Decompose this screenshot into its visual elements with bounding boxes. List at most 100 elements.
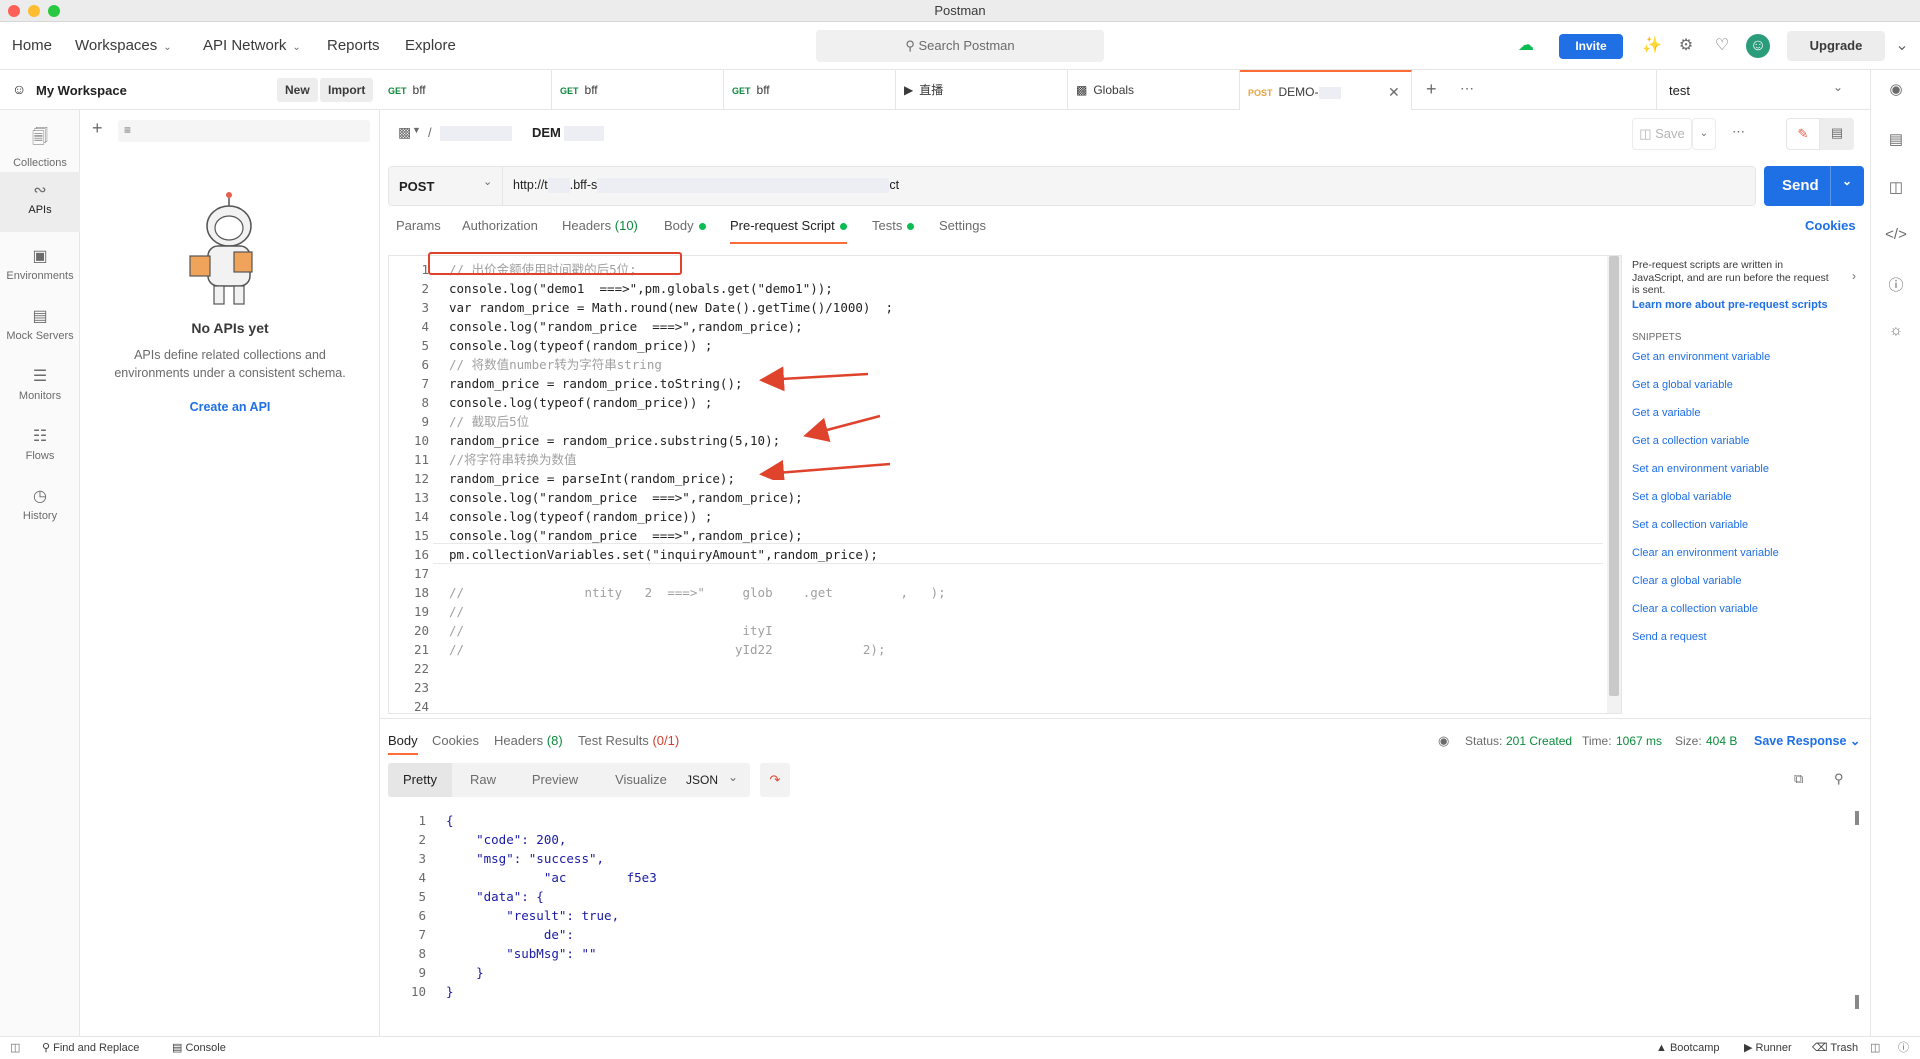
upgrade-button[interactable]: Upgrade: [1787, 31, 1885, 61]
view-pretty[interactable]: Pretty: [388, 763, 452, 797]
learn-more-link[interactable]: Learn more about pre-request scripts: [1632, 299, 1828, 311]
code-line[interactable]: 19 //: [389, 602, 1609, 621]
code-line[interactable]: 11 //将字符串转换为数值: [389, 450, 1609, 469]
find-replace-button[interactable]: ⚲ Find and Replace: [42, 1037, 139, 1059]
toggle-sidebar-icon[interactable]: ◫: [10, 1037, 20, 1059]
rail-item-monitors[interactable]: ☰ Monitors: [0, 358, 80, 418]
tab-flow[interactable]: ▶ 直播: [896, 70, 1068, 110]
pre-request-script-editor[interactable]: 1// 出价金额使用时间戳的后5位; 2 console.log("demo1 ==…: [388, 255, 1622, 714]
nav-api-network[interactable]: API Network ⌄: [203, 22, 301, 70]
create-api-link[interactable]: Create an API: [80, 400, 380, 414]
eye-icon[interactable]: ◉: [1871, 80, 1920, 98]
response-tab-cookies[interactable]: Cookies: [432, 733, 479, 748]
tab-body[interactable]: Body: [664, 218, 706, 244]
comments-icon[interactable]: ◫: [1871, 178, 1920, 196]
view-preview[interactable]: Preview: [514, 763, 596, 797]
satellite-icon[interactable]: ✨: [1640, 34, 1664, 58]
more-actions-icon[interactable]: ⋯: [1732, 124, 1745, 140]
bootcamp-button[interactable]: ▲ Bootcamp: [1656, 1037, 1719, 1059]
layout-icon[interactable]: ◫: [1870, 1037, 1880, 1059]
rail-item-collections[interactable]: 🗐 Collections: [0, 118, 80, 178]
edit-pencil-icon[interactable]: ✎: [1786, 118, 1820, 150]
url-input[interactable]: http://t .bff-s ct: [513, 178, 899, 194]
code-line[interactable]: 18 // ntity 2 ===>" glob .get , );: [389, 583, 1609, 602]
response-tab-test-results[interactable]: Test Results (0/1): [578, 733, 679, 748]
nav-home[interactable]: Home: [12, 22, 52, 70]
snippet-item[interactable]: Send a request: [1632, 631, 1707, 643]
code-line[interactable]: 9 // 截取后5位: [389, 412, 1609, 431]
code-line[interactable]: 13 console.log("random_price ===>",random…: [389, 488, 1609, 507]
runner-button[interactable]: ▶ Runner: [1744, 1037, 1792, 1059]
search-bar[interactable]: ⚲ Search Postman: [816, 30, 1104, 62]
snippet-item[interactable]: Clear a collection variable: [1632, 603, 1758, 615]
info-icon[interactable]: ⓘ: [1871, 274, 1920, 295]
caret-down-icon[interactable]: ▼: [412, 125, 421, 135]
code-line[interactable]: 12 random_price = parseInt(random_price);: [389, 469, 1609, 488]
add-tab-icon[interactable]: +: [1426, 79, 1437, 100]
tab-headers[interactable]: Headers (10): [562, 218, 638, 244]
code-line[interactable]: 24: [389, 697, 1609, 716]
snippet-item[interactable]: Set a global variable: [1632, 491, 1732, 503]
code-line[interactable]: 2 console.log("demo1 ===>",pm.globals.get…: [389, 279, 1609, 298]
code-icon[interactable]: </>: [1871, 226, 1920, 243]
chevron-down-icon[interactable]: ⌄: [1890, 34, 1914, 58]
documentation-icon[interactable]: ▤: [1871, 130, 1920, 148]
more-tabs-icon[interactable]: ⋯: [1460, 80, 1474, 97]
close-tab-icon[interactable]: ✕: [1388, 72, 1400, 112]
import-button[interactable]: Import: [320, 78, 374, 102]
tab-request[interactable]: GET bff: [380, 70, 552, 110]
snippet-item[interactable]: Get a global variable: [1632, 379, 1733, 391]
tab-tests[interactable]: Tests: [872, 218, 915, 244]
response-tab-body[interactable]: Body: [388, 733, 418, 755]
code-line[interactable]: 6 // 将数值number转为字符串string: [389, 355, 1609, 374]
snippet-item[interactable]: Get a variable: [1632, 407, 1700, 419]
sync-cloud-icon[interactable]: ☁: [1514, 34, 1538, 58]
filter-input[interactable]: ≡: [118, 120, 370, 142]
comment-icon[interactable]: ▤: [1820, 118, 1854, 150]
code-line[interactable]: 4 console.log("random_price ===>",random_…: [389, 317, 1609, 336]
snippet-item[interactable]: Get a collection variable: [1632, 435, 1749, 447]
save-options-chevron-icon[interactable]: ⌄: [1692, 118, 1716, 150]
code-line[interactable]: 20 // ityI: [389, 621, 1609, 640]
nav-explore[interactable]: Explore: [405, 22, 456, 70]
tab-params[interactable]: Params: [396, 218, 441, 244]
snippet-item[interactable]: Clear an environment variable: [1632, 547, 1779, 559]
snippet-item[interactable]: Clear a global variable: [1632, 575, 1741, 587]
avatar[interactable]: ☺: [1746, 34, 1770, 58]
add-icon[interactable]: +: [92, 118, 103, 139]
new-button[interactable]: New: [277, 78, 318, 102]
tab-globals[interactable]: ▩ Globals: [1068, 70, 1240, 110]
status-value[interactable]: 201 Created: [1506, 734, 1572, 748]
code-line[interactable]: 14 console.log(typeof(random_price)) ;: [389, 507, 1609, 526]
tab-authorization[interactable]: Authorization: [462, 218, 538, 244]
tab-pre-request-script[interactable]: Pre-request Script: [730, 218, 847, 244]
rail-item-flows[interactable]: ☷ Flows: [0, 418, 80, 478]
size-value[interactable]: 404 B: [1706, 734, 1737, 748]
invite-button[interactable]: Invite: [1559, 34, 1623, 59]
code-line[interactable]: 23: [389, 678, 1609, 697]
request-name[interactable]: DEM: [532, 125, 561, 140]
globe-icon[interactable]: ◉: [1438, 733, 1449, 749]
code-line[interactable]: 10 random_price = random_price.substring(…: [389, 431, 1609, 450]
rail-item-history[interactable]: ◷ History: [0, 478, 80, 538]
response-body-viewer[interactable]: 1{2 "code": 200, 3 "msg": "success", 4 "ac…: [380, 807, 1859, 1027]
copy-icon[interactable]: ⧉: [1794, 771, 1803, 787]
environment-selector[interactable]: test ⌄: [1656, 70, 1870, 110]
send-button[interactable]: Send: [1782, 177, 1819, 194]
editor-scrollbar-thumb[interactable]: [1609, 256, 1619, 696]
minimize-window-button[interactable]: [28, 5, 40, 17]
search-icon[interactable]: ⚲: [1834, 771, 1844, 787]
code-line[interactable]: 8 console.log(typeof(random_price)) ;: [389, 393, 1609, 412]
save-button[interactable]: ◫ Save: [1632, 118, 1692, 150]
console-button[interactable]: ▤ Console: [172, 1037, 226, 1059]
nav-reports[interactable]: Reports: [327, 22, 380, 70]
save-response-button[interactable]: Save Response ⌄: [1754, 733, 1860, 748]
close-window-button[interactable]: [8, 5, 20, 17]
editor-scrollbar[interactable]: [1607, 256, 1621, 713]
maximize-window-button[interactable]: [48, 5, 60, 17]
tab-settings[interactable]: Settings: [939, 218, 986, 244]
trash-button[interactable]: ⌫ Trash: [1812, 1037, 1858, 1059]
help-icon[interactable]: ⓘ: [1898, 1037, 1909, 1059]
code-line[interactable]: 21 // yId22 2);: [389, 640, 1609, 659]
code-line[interactable]: 22: [389, 659, 1609, 678]
